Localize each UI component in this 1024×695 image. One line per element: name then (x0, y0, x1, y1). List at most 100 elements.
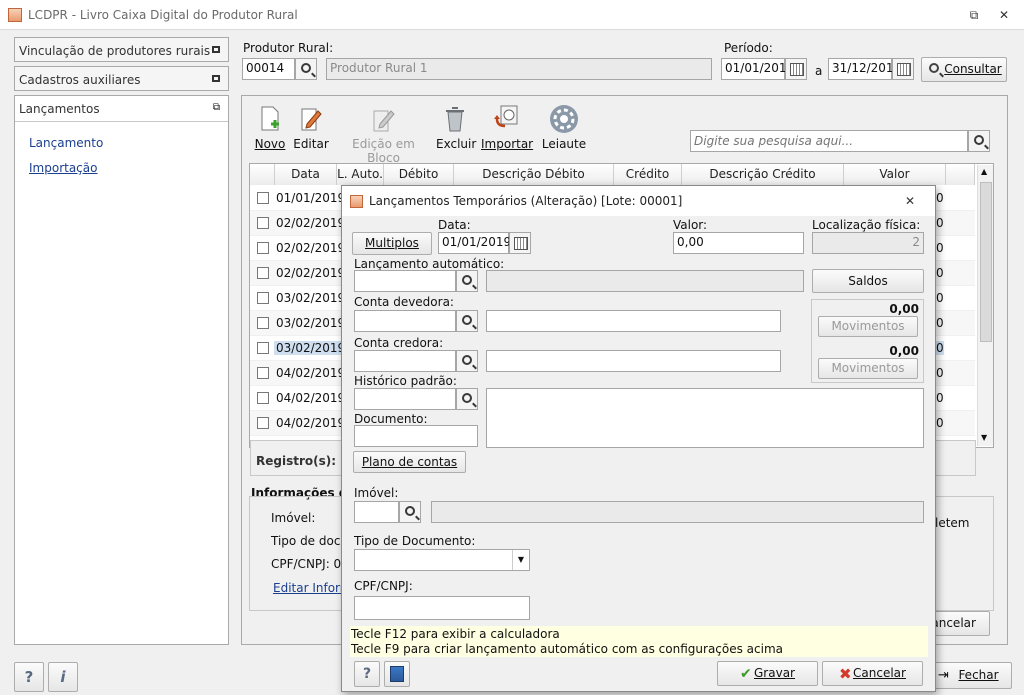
search-icon (974, 135, 984, 145)
produtor-name-field: Produtor Rural 1 (326, 58, 712, 80)
close-icon[interactable]: ✕ (994, 6, 1014, 24)
grid-header-desc-credito[interactable]: Descrição Crédito (682, 164, 844, 185)
bulk-edit-icon (373, 110, 395, 132)
row-checkbox[interactable] (257, 342, 269, 354)
help-button[interactable]: ? (14, 662, 44, 692)
collapse-icon[interactable] (212, 75, 220, 82)
row-date: 04/02/2019 (276, 416, 346, 430)
accordion-vinculacao[interactable]: Vinculação de produtores rurais (14, 37, 229, 62)
sidebar-item-lancamento[interactable]: Lançamento (29, 136, 103, 150)
row-value-tail: 0 (936, 316, 944, 330)
data-field[interactable]: 01/01/2019 (438, 232, 511, 254)
accordion-cadastros[interactable]: Cadastros auxiliares (14, 66, 229, 91)
collapse-icon[interactable] (212, 46, 220, 53)
conta-devedora-search[interactable] (456, 310, 478, 332)
row-checkbox[interactable] (257, 217, 269, 229)
edit-info-link[interactable]: Editar Inform (273, 581, 351, 595)
row-date: 04/02/2019 (276, 366, 346, 380)
movimentos-credora-button[interactable]: Movimentos (818, 358, 918, 379)
row-date: 04/02/2019 (276, 391, 346, 405)
row-value-tail: 0 (936, 366, 944, 380)
leiaute-button[interactable]: Leiaute (540, 104, 588, 151)
grid-header-debito[interactable]: Débito (384, 164, 454, 185)
consultar-button[interactable]: Consultar (921, 57, 1007, 82)
search-icon (301, 63, 311, 73)
produtor-code-field[interactable]: 00014 (242, 58, 295, 80)
row-checkbox[interactable] (257, 367, 269, 379)
conta-devedora-field[interactable] (354, 310, 456, 332)
valor-field[interactable]: 0,00 (673, 232, 804, 254)
importar-button[interactable]: Importar (481, 104, 533, 151)
conta-credora-field[interactable] (354, 350, 456, 372)
dialog-icon (350, 195, 363, 208)
conta-credora-label: Conta credora: (354, 336, 444, 350)
historico-field[interactable] (354, 388, 456, 410)
restore-icon[interactable]: ⧉ (964, 6, 984, 24)
documento-field[interactable] (354, 425, 478, 447)
grid-header-lauto[interactable]: L. Auto. (337, 164, 384, 185)
row-date: 03/02/2019 (276, 316, 346, 330)
row-checkbox[interactable] (257, 417, 269, 429)
grid-header-select[interactable] (250, 164, 275, 185)
imovel-field[interactable] (354, 501, 399, 523)
data-picker[interactable] (509, 232, 531, 254)
dialog-close-icon[interactable]: ✕ (905, 194, 915, 208)
search-icon (462, 355, 472, 365)
lanc-auto-desc (486, 270, 804, 292)
row-checkbox[interactable] (257, 192, 269, 204)
info-imovel: Imóvel: (271, 511, 316, 525)
conta-credora-desc[interactable] (486, 350, 781, 372)
accordion-lancamentos[interactable]: Lançamentos (19, 102, 100, 116)
grid-scrollbar[interactable]: ▲ ▼ (977, 165, 993, 446)
expand-icon[interactable]: ⧉ (213, 102, 220, 113)
date-to-picker[interactable] (892, 58, 914, 80)
editar-button[interactable]: Editar (293, 104, 329, 151)
cpf-field[interactable] (354, 596, 530, 620)
excluir-button[interactable]: Excluir (436, 104, 476, 151)
lanc-auto-field[interactable] (354, 270, 456, 292)
produtor-search-button[interactable] (295, 58, 317, 80)
row-checkbox[interactable] (257, 392, 269, 404)
search-icon (929, 63, 939, 73)
edit-icon (301, 108, 322, 131)
row-value-tail: 0 (936, 241, 944, 255)
row-checkbox[interactable] (257, 242, 269, 254)
row-checkbox[interactable] (257, 267, 269, 279)
historico-search[interactable] (456, 388, 478, 410)
conta-credora-search[interactable] (456, 350, 478, 372)
movimentos-devedora-button[interactable]: Movimentos (818, 316, 918, 337)
date-from-field[interactable]: 01/01/2019 (721, 58, 794, 80)
novo-button[interactable]: Novo (252, 104, 288, 151)
saldos-group: 0,00 Movimentos 0,00 Movimentos (811, 299, 924, 383)
edicao-bloco-button[interactable]: Edição em Bloco (336, 104, 431, 165)
cancelar-button[interactable]: ✖ Cancelar (822, 661, 923, 686)
grid-header-valor[interactable]: Valor (844, 164, 946, 185)
saldos-button[interactable]: Saldos (812, 269, 924, 293)
tipo-doc-select[interactable]: ▼ (354, 549, 530, 571)
date-from-picker[interactable] (785, 58, 807, 80)
multiplos-button[interactable]: Multiplos (352, 232, 432, 255)
sidebar-item-importacao[interactable]: Importação (29, 161, 97, 175)
imovel-search[interactable] (399, 501, 421, 523)
grid-header-credito[interactable]: Crédito (614, 164, 682, 185)
dialog-help-button[interactable]: ? (354, 661, 380, 687)
chevron-down-icon[interactable]: ▼ (512, 550, 529, 570)
row-checkbox[interactable] (257, 317, 269, 329)
localizacao-label: Localização física: (812, 218, 921, 232)
info-button[interactable]: i (48, 662, 78, 692)
plano-contas-button[interactable]: Plano de contas (353, 451, 466, 473)
gravar-button[interactable]: ✔ Gravar (717, 661, 818, 686)
saldo-credora: 0,00 (889, 344, 919, 358)
row-checkbox[interactable] (257, 292, 269, 304)
date-to-field[interactable]: 31/12/2019 (828, 58, 901, 80)
lanc-auto-search[interactable] (456, 270, 478, 292)
grid-search-button[interactable] (968, 130, 990, 152)
row-date: 02/02/2019 (276, 241, 346, 255)
grid-header-data[interactable]: Data (275, 164, 337, 185)
fechar-button[interactable]: ⇥ Fechar (931, 662, 1012, 689)
historico-text[interactable] (486, 388, 924, 448)
grid-search-input[interactable] (690, 130, 968, 152)
conta-devedora-desc[interactable] (486, 310, 781, 332)
calculator-button[interactable] (384, 661, 410, 687)
grid-header-desc-debito[interactable]: Descrição Débito (454, 164, 614, 185)
